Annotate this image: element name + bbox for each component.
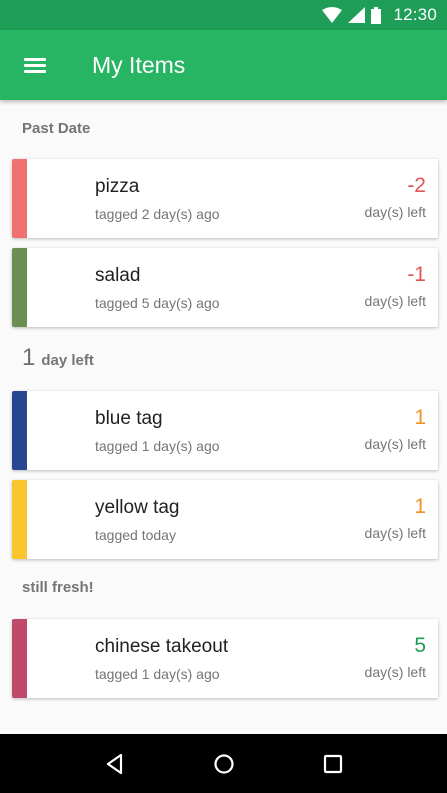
item-card[interactable]: salad tagged 5 day(s) ago -1 day(s) left — [12, 248, 438, 327]
wifi-icon — [322, 7, 343, 23]
tag-color-stripe — [12, 619, 27, 698]
item-tagged: tagged today — [95, 527, 176, 543]
section-header-still-fresh: still fresh! — [22, 579, 94, 596]
item-tagged: tagged 1 day(s) ago — [95, 666, 220, 682]
days-left-label: day(s) left — [364, 204, 426, 220]
screen: 12:30 My Items Past Date pizza tagged 2 … — [0, 0, 447, 793]
days-left-value: -1 — [407, 263, 426, 286]
app-bar: My Items — [0, 30, 447, 100]
tag-color-stripe — [12, 159, 27, 238]
battery-icon — [371, 6, 382, 24]
section-header-past-date: Past Date — [22, 120, 90, 137]
section-number: 1 — [22, 344, 36, 371]
days-left-label: day(s) left — [364, 436, 426, 452]
home-icon[interactable] — [204, 744, 244, 784]
item-name: chinese takeout — [95, 636, 229, 657]
signal-icon — [348, 7, 366, 23]
hamburger-menu-icon[interactable] — [0, 30, 70, 100]
days-left-label: day(s) left — [364, 664, 426, 680]
section-title: Past Date — [22, 120, 91, 137]
item-card[interactable]: yellow tag tagged today 1 day(s) left — [12, 480, 438, 559]
status-time: 12:30 — [393, 5, 437, 24]
tag-color-stripe — [12, 480, 27, 559]
tag-color-stripe — [12, 248, 27, 327]
days-left-value: -2 — [407, 174, 426, 197]
back-icon[interactable] — [95, 744, 135, 784]
item-card[interactable]: pizza tagged 2 day(s) ago -2 day(s) left — [12, 159, 438, 238]
item-name: salad — [95, 265, 141, 286]
item-tagged: tagged 2 day(s) ago — [95, 206, 220, 222]
item-name: blue tag — [95, 408, 163, 429]
days-left-value: 1 — [414, 495, 426, 518]
item-name: pizza — [95, 176, 140, 197]
section-title: day left — [41, 352, 94, 369]
item-list[interactable]: Past Date pizza tagged 2 day(s) ago -2 d… — [0, 100, 447, 734]
days-left-label: day(s) left — [364, 293, 426, 309]
days-left-label: day(s) left — [364, 525, 426, 541]
item-tagged: tagged 1 day(s) ago — [95, 438, 220, 454]
system-nav-bar — [0, 734, 447, 793]
days-left-value: 1 — [414, 406, 426, 429]
item-card[interactable]: chinese takeout tagged 1 day(s) ago 5 da… — [12, 619, 438, 698]
status-bar: 12:30 — [0, 0, 447, 30]
app-title: My Items — [92, 51, 186, 78]
recents-icon[interactable] — [313, 744, 353, 784]
item-name: yellow tag — [95, 497, 180, 518]
section-title: still fresh! — [22, 579, 94, 596]
tag-color-stripe — [12, 391, 27, 470]
item-card[interactable]: blue tag tagged 1 day(s) ago 1 day(s) le… — [12, 391, 438, 470]
item-tagged: tagged 5 day(s) ago — [95, 295, 220, 311]
section-header-day-left: 1 day left — [22, 344, 94, 372]
days-left-value: 5 — [414, 634, 426, 657]
